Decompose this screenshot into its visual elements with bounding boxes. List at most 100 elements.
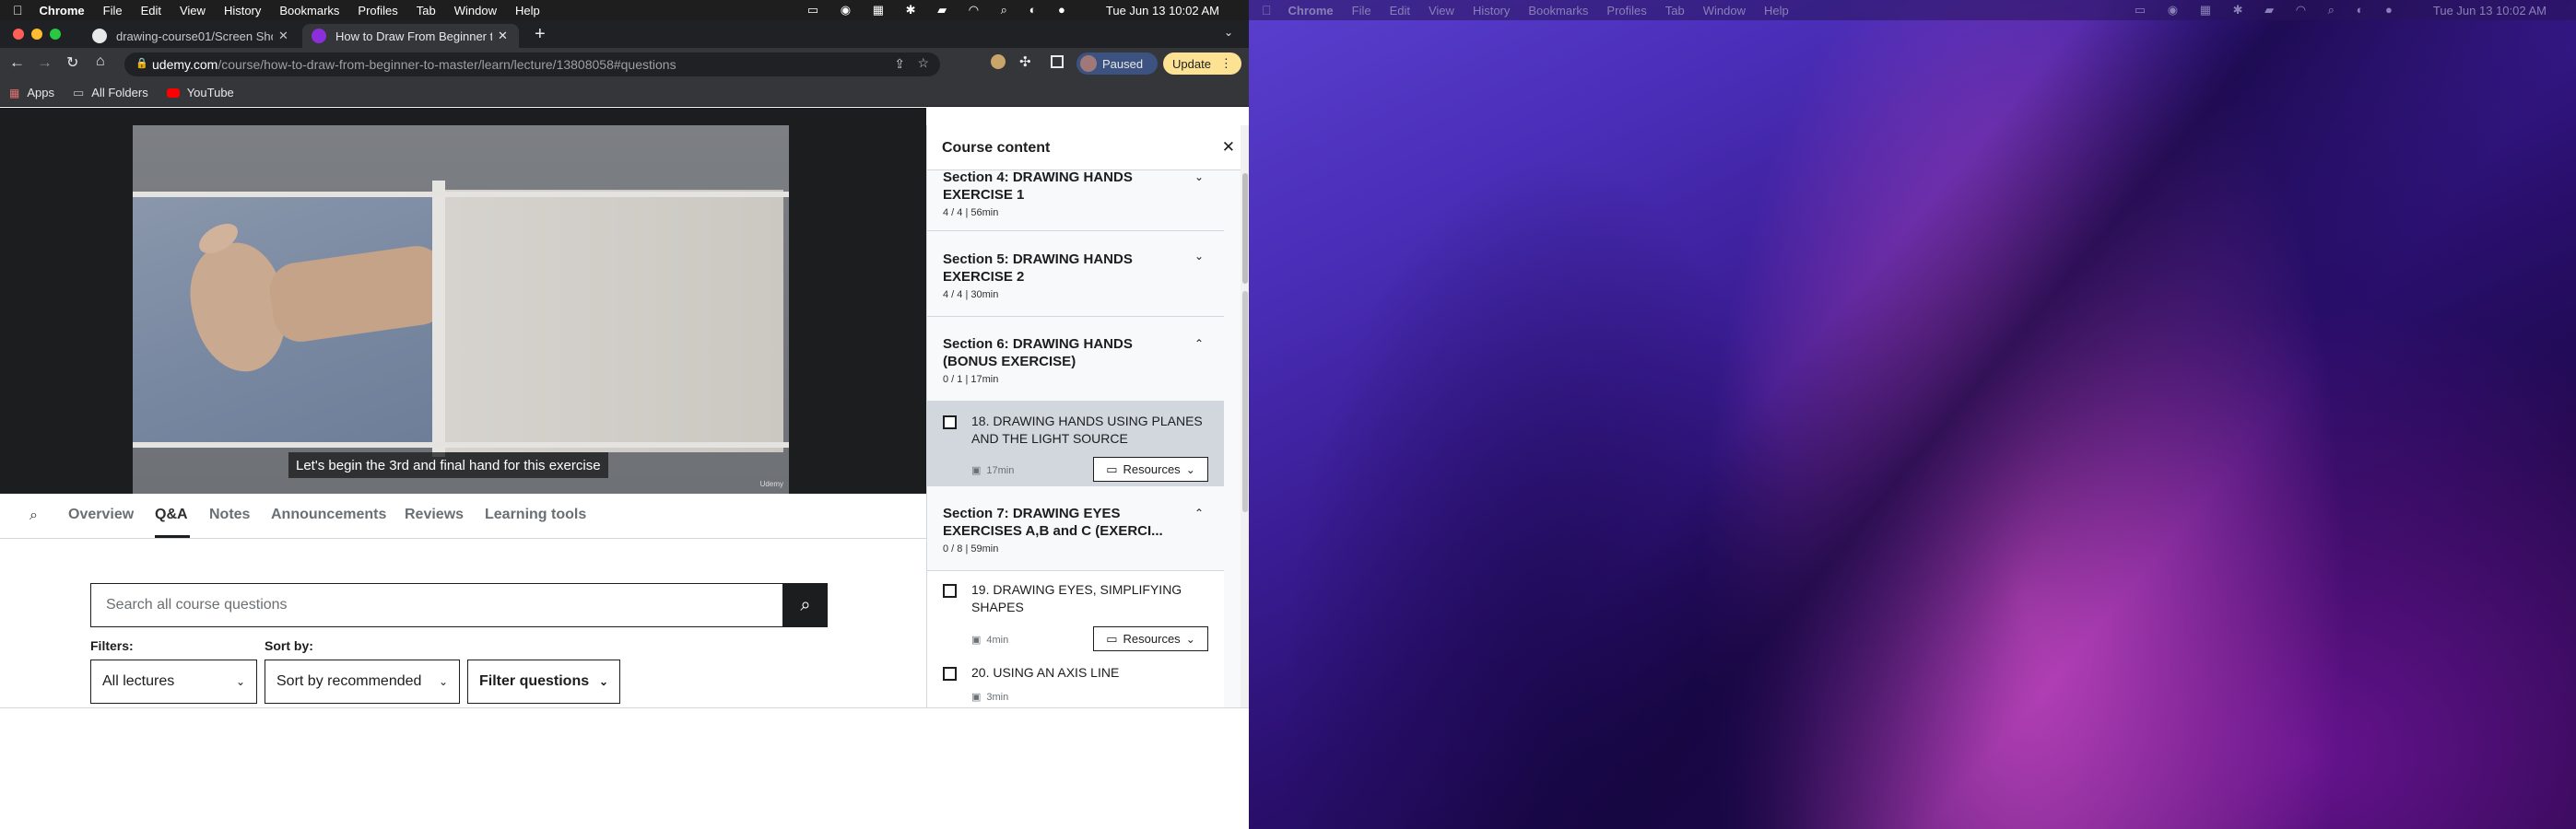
lecture-duration: ▣ 17min xyxy=(971,464,1014,477)
address-bar[interactable]: 🔒 udemy.com /course/how-to-draw-from-beg… xyxy=(124,53,940,76)
filter-questions-button[interactable]: Filter questions ⌄ xyxy=(467,660,620,704)
menu-tab[interactable]: Tab xyxy=(1665,4,1685,18)
resources-label: Resources xyxy=(1123,632,1181,646)
menubar-clock[interactable]: Tue Jun 13 10:02 AM xyxy=(1106,4,1219,18)
lectures-select[interactable]: All lectures ⌄ xyxy=(90,660,257,704)
menu-view[interactable]: View xyxy=(1429,4,1454,18)
bookmark-youtube[interactable]: YouTube xyxy=(187,86,234,99)
menu-view[interactable]: View xyxy=(180,4,206,18)
window-bottom-edge xyxy=(0,707,1249,708)
puzzle-icon[interactable]: ✣ xyxy=(1019,53,1031,70)
video-icon: ▣ xyxy=(971,692,982,703)
menu-bookmarks[interactable]: Bookmarks xyxy=(1528,4,1588,18)
qa-search-button[interactable]: ⌕ xyxy=(783,583,828,627)
lecture-checkbox[interactable] xyxy=(943,415,957,429)
home-icon[interactable]: ⌂ xyxy=(96,53,105,70)
close-icon[interactable]: ✕ xyxy=(1222,138,1235,157)
menu-profiles[interactable]: Profiles xyxy=(358,4,397,18)
bookmark-all-folders[interactable]: All Folders xyxy=(91,86,147,99)
tab-learning-tools[interactable]: Learning tools xyxy=(485,507,586,523)
close-icon[interactable]: ✕ xyxy=(498,29,508,43)
tab-reviews[interactable]: Reviews xyxy=(405,507,464,523)
lecture-20[interactable]: 20. USING AN AXIS LINE ▣ 3min xyxy=(927,654,1224,707)
update-button[interactable]: Update ⋮ xyxy=(1163,53,1241,75)
menu-window[interactable]: Window xyxy=(1703,4,1746,18)
youtube-icon xyxy=(166,88,180,98)
qa-search-box[interactable]: Search all course questions xyxy=(90,583,783,627)
tab-announcements[interactable]: Announcements xyxy=(271,507,386,523)
tab-qa[interactable]: Q&A xyxy=(155,507,188,523)
menu-file[interactable]: File xyxy=(1352,4,1371,18)
menu-bookmarks[interactable]: Bookmarks xyxy=(279,4,339,18)
bookmark-star-icon[interactable]: ☆ xyxy=(917,55,929,71)
filters-label: Filters: xyxy=(90,638,134,653)
section-4[interactable]: Section 4: DRAWING HANDS EXERCISE 1 4 / … xyxy=(927,169,1224,231)
resources-button[interactable]: ▭ Resources ⌄ xyxy=(1093,626,1208,651)
section-7[interactable]: Section 7: DRAWING EYES EXERCISES A,B an… xyxy=(927,486,1224,571)
menu-history[interactable]: History xyxy=(224,4,261,18)
section-title-line2: EXERCISE 2 xyxy=(943,269,1025,285)
new-tab-button[interactable]: + xyxy=(535,24,546,45)
menubar-clock[interactable]: Tue Jun 13 10:02 AM xyxy=(2433,4,2547,18)
scrollbar-thumb-lower[interactable] xyxy=(1242,291,1248,512)
sidepanel-icon[interactable] xyxy=(1051,55,1064,68)
lecture-18[interactable]: 18. DRAWING HANDS USING PLANES AND THE L… xyxy=(927,402,1224,486)
menu-app-name[interactable]: Chrome xyxy=(1288,4,1334,18)
section-6[interactable]: Section 6: DRAWING HANDS (BONUS EXERCISE… xyxy=(927,317,1224,402)
bookmark-apps[interactable]: Apps xyxy=(27,86,54,99)
page-background-strip xyxy=(0,108,926,125)
section-5[interactable]: Section 5: DRAWING HANDS EXERCISE 2 4 / … xyxy=(927,231,1224,317)
apple-icon[interactable]:  xyxy=(1262,3,1272,18)
apps-grid-icon[interactable]: ▦ xyxy=(9,87,19,99)
tab-qa-underline xyxy=(155,535,190,538)
status-icons[interactable]: ▭ ◉ ▦ ✱ ▰ ◠ ⌕ ◐ ● xyxy=(807,3,1075,18)
tab-udemy[interactable]: How to Draw From Beginner to ✕ xyxy=(302,24,519,48)
menu-edit[interactable]: Edit xyxy=(1390,4,1410,18)
close-icon[interactable]: ✕ xyxy=(278,29,288,43)
tab-github[interactable]: drawing-course01/Screen Sho ✕ xyxy=(83,24,300,48)
apple-icon[interactable]:  xyxy=(13,3,23,18)
chevron-down-icon: ⌄ xyxy=(438,675,448,688)
close-window-button[interactable] xyxy=(13,29,24,40)
avatar xyxy=(1080,55,1097,72)
section-meta: 4 / 4 | 56min xyxy=(943,207,999,218)
lecture-checkbox[interactable] xyxy=(943,584,957,598)
tab-strip: drawing-course01/Screen Sho ✕ How to Dra… xyxy=(0,20,1249,48)
menu-edit[interactable]: Edit xyxy=(141,4,161,18)
zoom-window-button[interactable] xyxy=(50,29,61,40)
menu-help[interactable]: Help xyxy=(1764,4,1789,18)
lecture-checkbox[interactable] xyxy=(943,667,957,681)
extension-icon[interactable] xyxy=(991,54,1006,69)
menu-file[interactable]: File xyxy=(103,4,123,18)
reload-icon[interactable]: ↻ xyxy=(66,53,78,72)
menu-tab[interactable]: Tab xyxy=(417,4,436,18)
menu-profiles[interactable]: Profiles xyxy=(1606,4,1646,18)
menu-app-name[interactable]: Chrome xyxy=(40,4,85,18)
udemy-icon xyxy=(312,29,326,43)
tab-search-icon[interactable]: ⌄ xyxy=(1224,26,1233,39)
lecture-19[interactable]: 19. DRAWING EYES, SIMPLIFYING SHAPES ▣ 4… xyxy=(927,571,1224,654)
menu-history[interactable]: History xyxy=(1473,4,1510,18)
scrollbar-thumb[interactable] xyxy=(1242,173,1248,284)
resources-button[interactable]: ▭ Resources ⌄ xyxy=(1093,457,1208,482)
video-watermark: Udemy xyxy=(759,480,783,488)
back-icon[interactable]: ← xyxy=(9,53,25,72)
profile-paused-button[interactable]: Paused xyxy=(1076,53,1158,75)
menu-window[interactable]: Window xyxy=(454,4,497,18)
menu-help[interactable]: Help xyxy=(515,4,540,18)
section-meta: 0 / 1 | 17min xyxy=(943,374,999,385)
status-icons[interactable]: ▭ ◉ ▦ ✱ ▰ ◠ ⌕ ◐ ● xyxy=(2135,3,2402,18)
search-icon[interactable]: ⌕ xyxy=(29,508,38,524)
tab-overview[interactable]: Overview xyxy=(68,507,134,523)
sidebar-title: Course content xyxy=(942,140,1051,156)
share-icon[interactable]: ⇪ xyxy=(894,56,905,72)
forward-icon[interactable]: → xyxy=(37,53,53,72)
video-player[interactable]: Let's begin the 3rd and final hand for t… xyxy=(0,125,926,494)
tab-notes[interactable]: Notes xyxy=(209,507,250,523)
search-input[interactable]: Search all course questions xyxy=(106,597,288,613)
minimize-window-button[interactable] xyxy=(31,29,42,40)
sort-select[interactable]: Sort by recommended ⌄ xyxy=(265,660,460,704)
section-title-line2: (BONUS EXERCISE) xyxy=(943,354,1076,369)
video-frame[interactable]: Let's begin the 3rd and final hand for t… xyxy=(133,125,789,494)
sidebar-scrollbar[interactable] xyxy=(1241,125,1249,707)
